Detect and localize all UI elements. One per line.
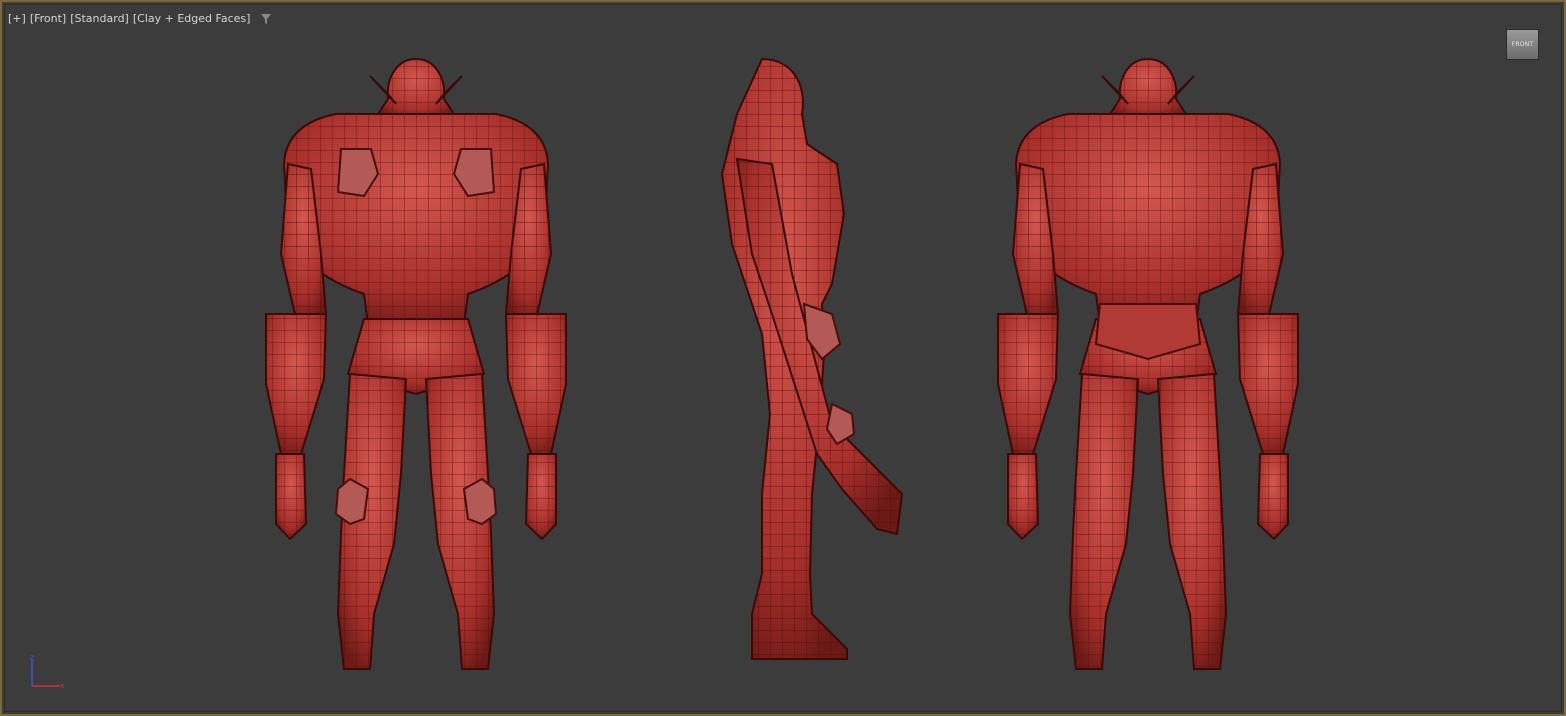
axis-x-label: x bbox=[60, 681, 65, 690]
character-back-view bbox=[997, 58, 1299, 670]
axis-z-label: z bbox=[30, 654, 34, 662]
axis-tripod: z x bbox=[30, 654, 65, 690]
viewport-front[interactable]: [+] [Front] [Standard] [Clay + Edged Fac… bbox=[0, 0, 1566, 716]
scene-models bbox=[265, 57, 1299, 670]
character-front-view bbox=[265, 58, 567, 670]
character-side-view bbox=[720, 57, 904, 660]
